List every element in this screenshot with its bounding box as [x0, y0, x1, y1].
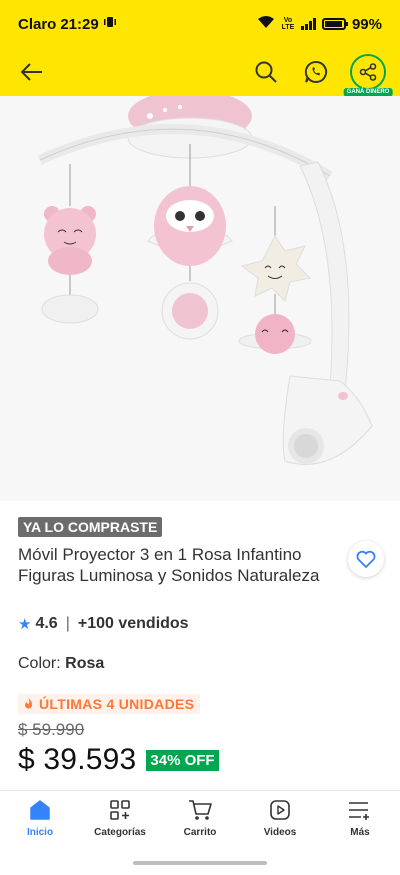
current-price: $ 39.593 — [18, 743, 137, 776]
whatsapp-icon — [304, 60, 328, 83]
nav-more-label: Más — [350, 827, 370, 838]
status-bar: Claro 21:29 Vo LTE 99% — [0, 0, 400, 48]
nav-categories[interactable]: Categorías — [80, 791, 160, 852]
color-value: Rosa — [65, 655, 105, 672]
product-title: Móvil Proyector 3 en 1 Rosa Infantino Fi… — [18, 545, 320, 585]
search-button[interactable] — [250, 56, 282, 88]
original-price: $ 59.990 — [18, 720, 85, 739]
rating-separator: | — [65, 615, 70, 632]
nav-home-label: Inicio — [26, 827, 54, 838]
home-icon — [30, 800, 50, 820]
battery-level: 99% — [351, 15, 382, 33]
more-icon — [349, 802, 369, 820]
top-navigation: GANÁ DINERO — [0, 48, 400, 97]
color-selector[interactable]: Color: Rosa — [18, 655, 104, 673]
nav-videos[interactable]: Videos — [240, 791, 320, 852]
volte-label: Vo LTE — [281, 17, 295, 31]
whatsapp-button[interactable] — [300, 56, 332, 88]
carrier-name: Claro — [18, 15, 57, 33]
signal-icon — [300, 18, 316, 30]
share-icon — [359, 63, 377, 81]
heart-icon — [356, 550, 376, 568]
discount-badge: 34% OFF — [146, 749, 219, 771]
nav-cart-label: Carrito — [183, 827, 217, 838]
product-photo-mobile-projector — [37, 96, 373, 465]
clock: 21:29 — [60, 15, 99, 33]
nav-more[interactable]: Más — [320, 791, 400, 852]
color-label: Color: — [18, 655, 61, 672]
rating-row[interactable]: ★ 4.6 | +100 vendidos — [18, 615, 189, 633]
nav-cart[interactable]: Carrito — [160, 791, 240, 852]
nav-categories-label: Categorías — [94, 827, 146, 838]
product-image[interactable] — [0, 96, 400, 501]
already-bought-badge: YA LO COMPRASTE — [18, 517, 163, 537]
price-row: $ 39.593 34% OFF — [18, 743, 219, 777]
cart-icon — [189, 800, 212, 820]
bottom-navigation: Inicio Categorías Carrito Videos Más — [0, 790, 400, 852]
favorite-button[interactable] — [348, 541, 384, 577]
arrow-left-icon — [21, 63, 42, 81]
categories-icon — [110, 800, 130, 820]
home-indicator[interactable] — [133, 861, 267, 865]
sold-count: +100 vendidos — [77, 615, 189, 632]
stock-label: ÚLTIMAS 4 UNIDADES — [39, 696, 195, 712]
back-button[interactable] — [14, 54, 50, 90]
wifi-icon — [257, 15, 275, 33]
search-icon — [255, 61, 277, 83]
flame-icon — [25, 698, 32, 709]
nav-videos-label: Videos — [263, 827, 297, 838]
rating-value: 4.6 — [35, 615, 58, 632]
videos-icon — [270, 800, 290, 820]
battery-icon — [321, 18, 348, 30]
stock-badge: ÚLTIMAS 4 UNIDADES — [18, 694, 201, 714]
vibrate-icon — [103, 15, 117, 33]
nav-home[interactable]: Inicio — [0, 791, 80, 852]
share-earn-button[interactable]: GANÁ DINERO — [343, 54, 393, 97]
star-icon: ★ — [18, 616, 32, 633]
